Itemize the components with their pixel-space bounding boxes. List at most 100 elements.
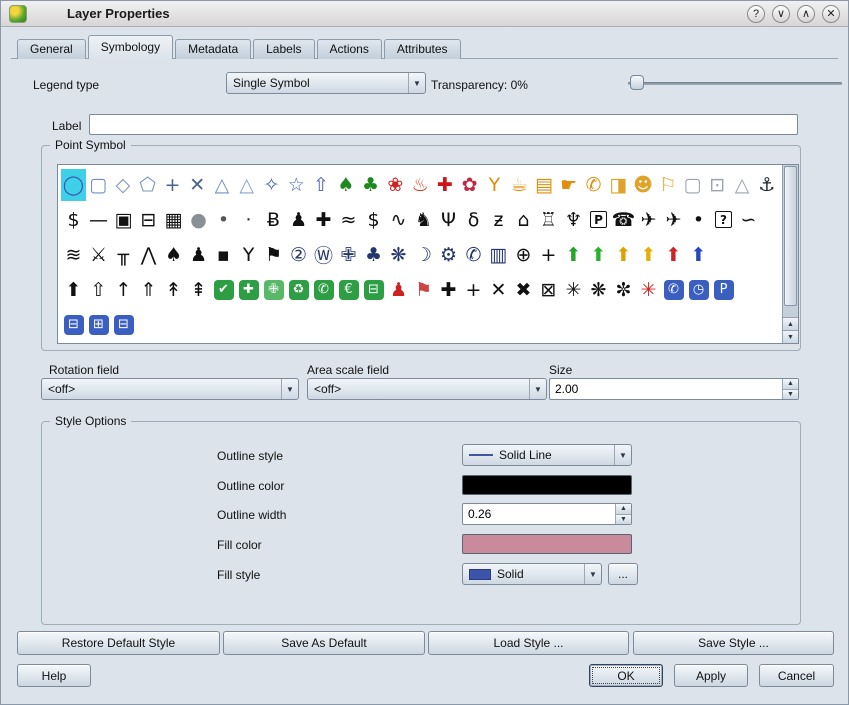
symbol-arrow-black-5[interactable]: ↟ (161, 274, 186, 306)
label-input[interactable] (89, 114, 798, 135)
symbol-train-station[interactable]: ⊟ (111, 309, 136, 341)
symbol-badge-car[interactable]: ⊟ (361, 274, 386, 306)
symbol-campsite[interactable]: ⋀ (136, 239, 161, 271)
symbol-picnic[interactable]: ╥ (111, 239, 136, 271)
symbol-wine-glass[interactable]: Y (236, 239, 261, 271)
symbol-flag-small[interactable]: ⚑ (411, 274, 436, 306)
window-unshade-icon[interactable]: ∧ (797, 5, 815, 23)
symbol-star-six-2[interactable]: ❋ (586, 274, 611, 306)
symbol-pointer[interactable]: ☛ (556, 169, 581, 201)
symbol-badge-plus[interactable]: ✚ (236, 274, 261, 306)
size-spinbox[interactable]: ▲ ▼ (549, 378, 799, 400)
symbol-star-six-1[interactable]: ✳ (561, 274, 586, 306)
slider-handle[interactable] (630, 75, 644, 90)
symbol-smiley[interactable]: ☻ (631, 169, 656, 201)
outline-color-swatch[interactable] (462, 475, 632, 495)
symbol-runway-x-boxed[interactable]: ⊠ (536, 274, 561, 306)
tab-symbology[interactable]: Symbology (88, 35, 173, 59)
symbol-circle-gray[interactable]: ● (186, 204, 211, 236)
symbol-train-red[interactable]: ♟ (386, 274, 411, 306)
fill-color-swatch[interactable] (462, 534, 632, 554)
symbol-arrow-black-1[interactable]: ⬆ (61, 274, 86, 306)
symbol-arrow-up-green[interactable]: ⬆ (561, 239, 586, 271)
tab-actions[interactable]: Actions (317, 39, 382, 59)
symbol-people[interactable]: ♟ (286, 204, 311, 236)
symbol-currency[interactable]: $ (361, 204, 386, 236)
symbol-flower-gear[interactable]: ❋ (386, 239, 411, 271)
symbol-badge-phone[interactable]: ✆ (311, 274, 336, 306)
symbol-star-diamond[interactable]: ✧ (259, 169, 284, 201)
symbol-luggage[interactable]: ◨ (606, 169, 631, 201)
symbol-arrow-black-6[interactable]: ⇞ (186, 274, 211, 306)
symbol-building[interactable]: ▦ (161, 204, 186, 236)
symbol-shop[interactable]: ▤ (532, 169, 557, 201)
symbol-runway-x-2[interactable]: ✖ (511, 274, 536, 306)
symbol-flower-red[interactable]: ✿ (457, 169, 482, 201)
symbol-runway-cross-2[interactable]: + (461, 274, 486, 306)
symbol-fire[interactable]: ♨ (408, 169, 433, 201)
tab-metadata[interactable]: Metadata (175, 39, 251, 59)
symbol-camera[interactable]: ▣ (111, 204, 136, 236)
spin-up-icon[interactable]: ▲ (783, 379, 798, 389)
apply-button[interactable]: Apply (674, 664, 748, 687)
symbol-clover[interactable]: ♣ (361, 239, 386, 271)
symbol-arrow-black-2[interactable]: ⇧ (86, 274, 111, 306)
symbol-bird[interactable]: ∿ (386, 204, 411, 236)
symbol-dot-small[interactable]: • (686, 204, 711, 236)
symbol-parking[interactable]: P (586, 204, 611, 236)
symbol-arrow-up-yellow-2[interactable]: ⬆ (636, 239, 661, 271)
symbol-square-white[interactable]: ▢ (680, 169, 705, 201)
restore-default-style-button[interactable]: Restore Default Style (17, 631, 220, 655)
symbol-hiker[interactable]: ♟ (186, 239, 211, 271)
symbol-badge-euro[interactable]: € (336, 274, 361, 306)
symbol-arrow-black-4[interactable]: ⇑ (136, 274, 161, 306)
window-shade-icon[interactable]: ∨ (772, 5, 790, 23)
size-input[interactable] (550, 379, 781, 399)
outline-style-combo[interactable]: Solid Line ▼ (462, 444, 632, 466)
symbol-flower[interactable]: ❀ (383, 169, 408, 201)
symbol-flag-orange[interactable]: ⚐ (655, 169, 680, 201)
symbol-cross-x[interactable]: ✕ (185, 169, 210, 201)
symbol-tree-conifer[interactable]: ♠ (333, 169, 358, 201)
symbol-arrow-up-green-2[interactable]: ⬆ (586, 239, 611, 271)
symbol-arrow-up-blue[interactable]: ⬆ (686, 239, 711, 271)
symbol-bar[interactable]: Y (482, 169, 507, 201)
symbol-tree-black[interactable]: ♠ (161, 239, 186, 271)
symbol-badge-recycle[interactable]: ♻ (286, 274, 311, 306)
symbol-tree-round[interactable]: ♣ (358, 169, 383, 201)
tab-attributes[interactable]: Attributes (384, 39, 461, 59)
spin-down-icon[interactable]: ▼ (616, 514, 631, 525)
symbol-slipway[interactable]: ∽ (736, 204, 761, 236)
symbol-bench[interactable]: — (86, 204, 111, 236)
symbol-square-dotted[interactable]: ⊡ (705, 169, 730, 201)
symbol-pentagon[interactable]: ⬠ (135, 169, 160, 201)
spin-up-icon[interactable]: ▲ (616, 504, 631, 514)
symbol-waterski[interactable]: ≋ (61, 239, 86, 271)
symbol-airport[interactable]: ✈ (661, 204, 686, 236)
symbol-runway-cross-1[interactable]: ✚ (436, 274, 461, 306)
load-style-button[interactable]: Load Style ... (428, 631, 629, 655)
rotation-field-combo[interactable]: <off> ▼ (41, 378, 299, 400)
tab-labels[interactable]: Labels (253, 39, 314, 59)
symbol-tram-stop[interactable]: ⊞ (86, 309, 111, 341)
symbol-badge-check[interactable]: ✔ (211, 274, 236, 306)
symbol-skater[interactable]: ƶ (486, 204, 511, 236)
symbol-compass[interactable]: ⊕ (511, 239, 536, 271)
symbol-star-six-red[interactable]: ✳ (636, 274, 661, 306)
symbol-ski[interactable]: ⚔ (86, 239, 111, 271)
symbol-roundel-phone[interactable]: ✆ (661, 274, 686, 306)
symbol-unknown[interactable]: ? (711, 204, 736, 236)
symbol-triangle-gray[interactable]: △ (730, 169, 755, 201)
symbol-star[interactable]: ☆ (284, 169, 309, 201)
symbol-moon[interactable]: ☽ (411, 239, 436, 271)
symbol-museum[interactable]: ▥ (486, 239, 511, 271)
symbol-number-2[interactable]: ② (286, 239, 311, 271)
save-as-default-button[interactable]: Save As Default (223, 631, 425, 655)
symbol-fountain[interactable]: ♆ (561, 204, 586, 236)
symbol-arrow-up-outline[interactable]: ⇧ (309, 169, 334, 201)
symbol-phone-round[interactable]: ✆ (461, 239, 486, 271)
symbol-anchor[interactable]: ⚓ (754, 169, 779, 201)
symbol-cafe[interactable]: ☕ (507, 169, 532, 201)
window-help-icon[interactable]: ? (747, 5, 765, 23)
window-close-icon[interactable]: ✕ (822, 5, 840, 23)
